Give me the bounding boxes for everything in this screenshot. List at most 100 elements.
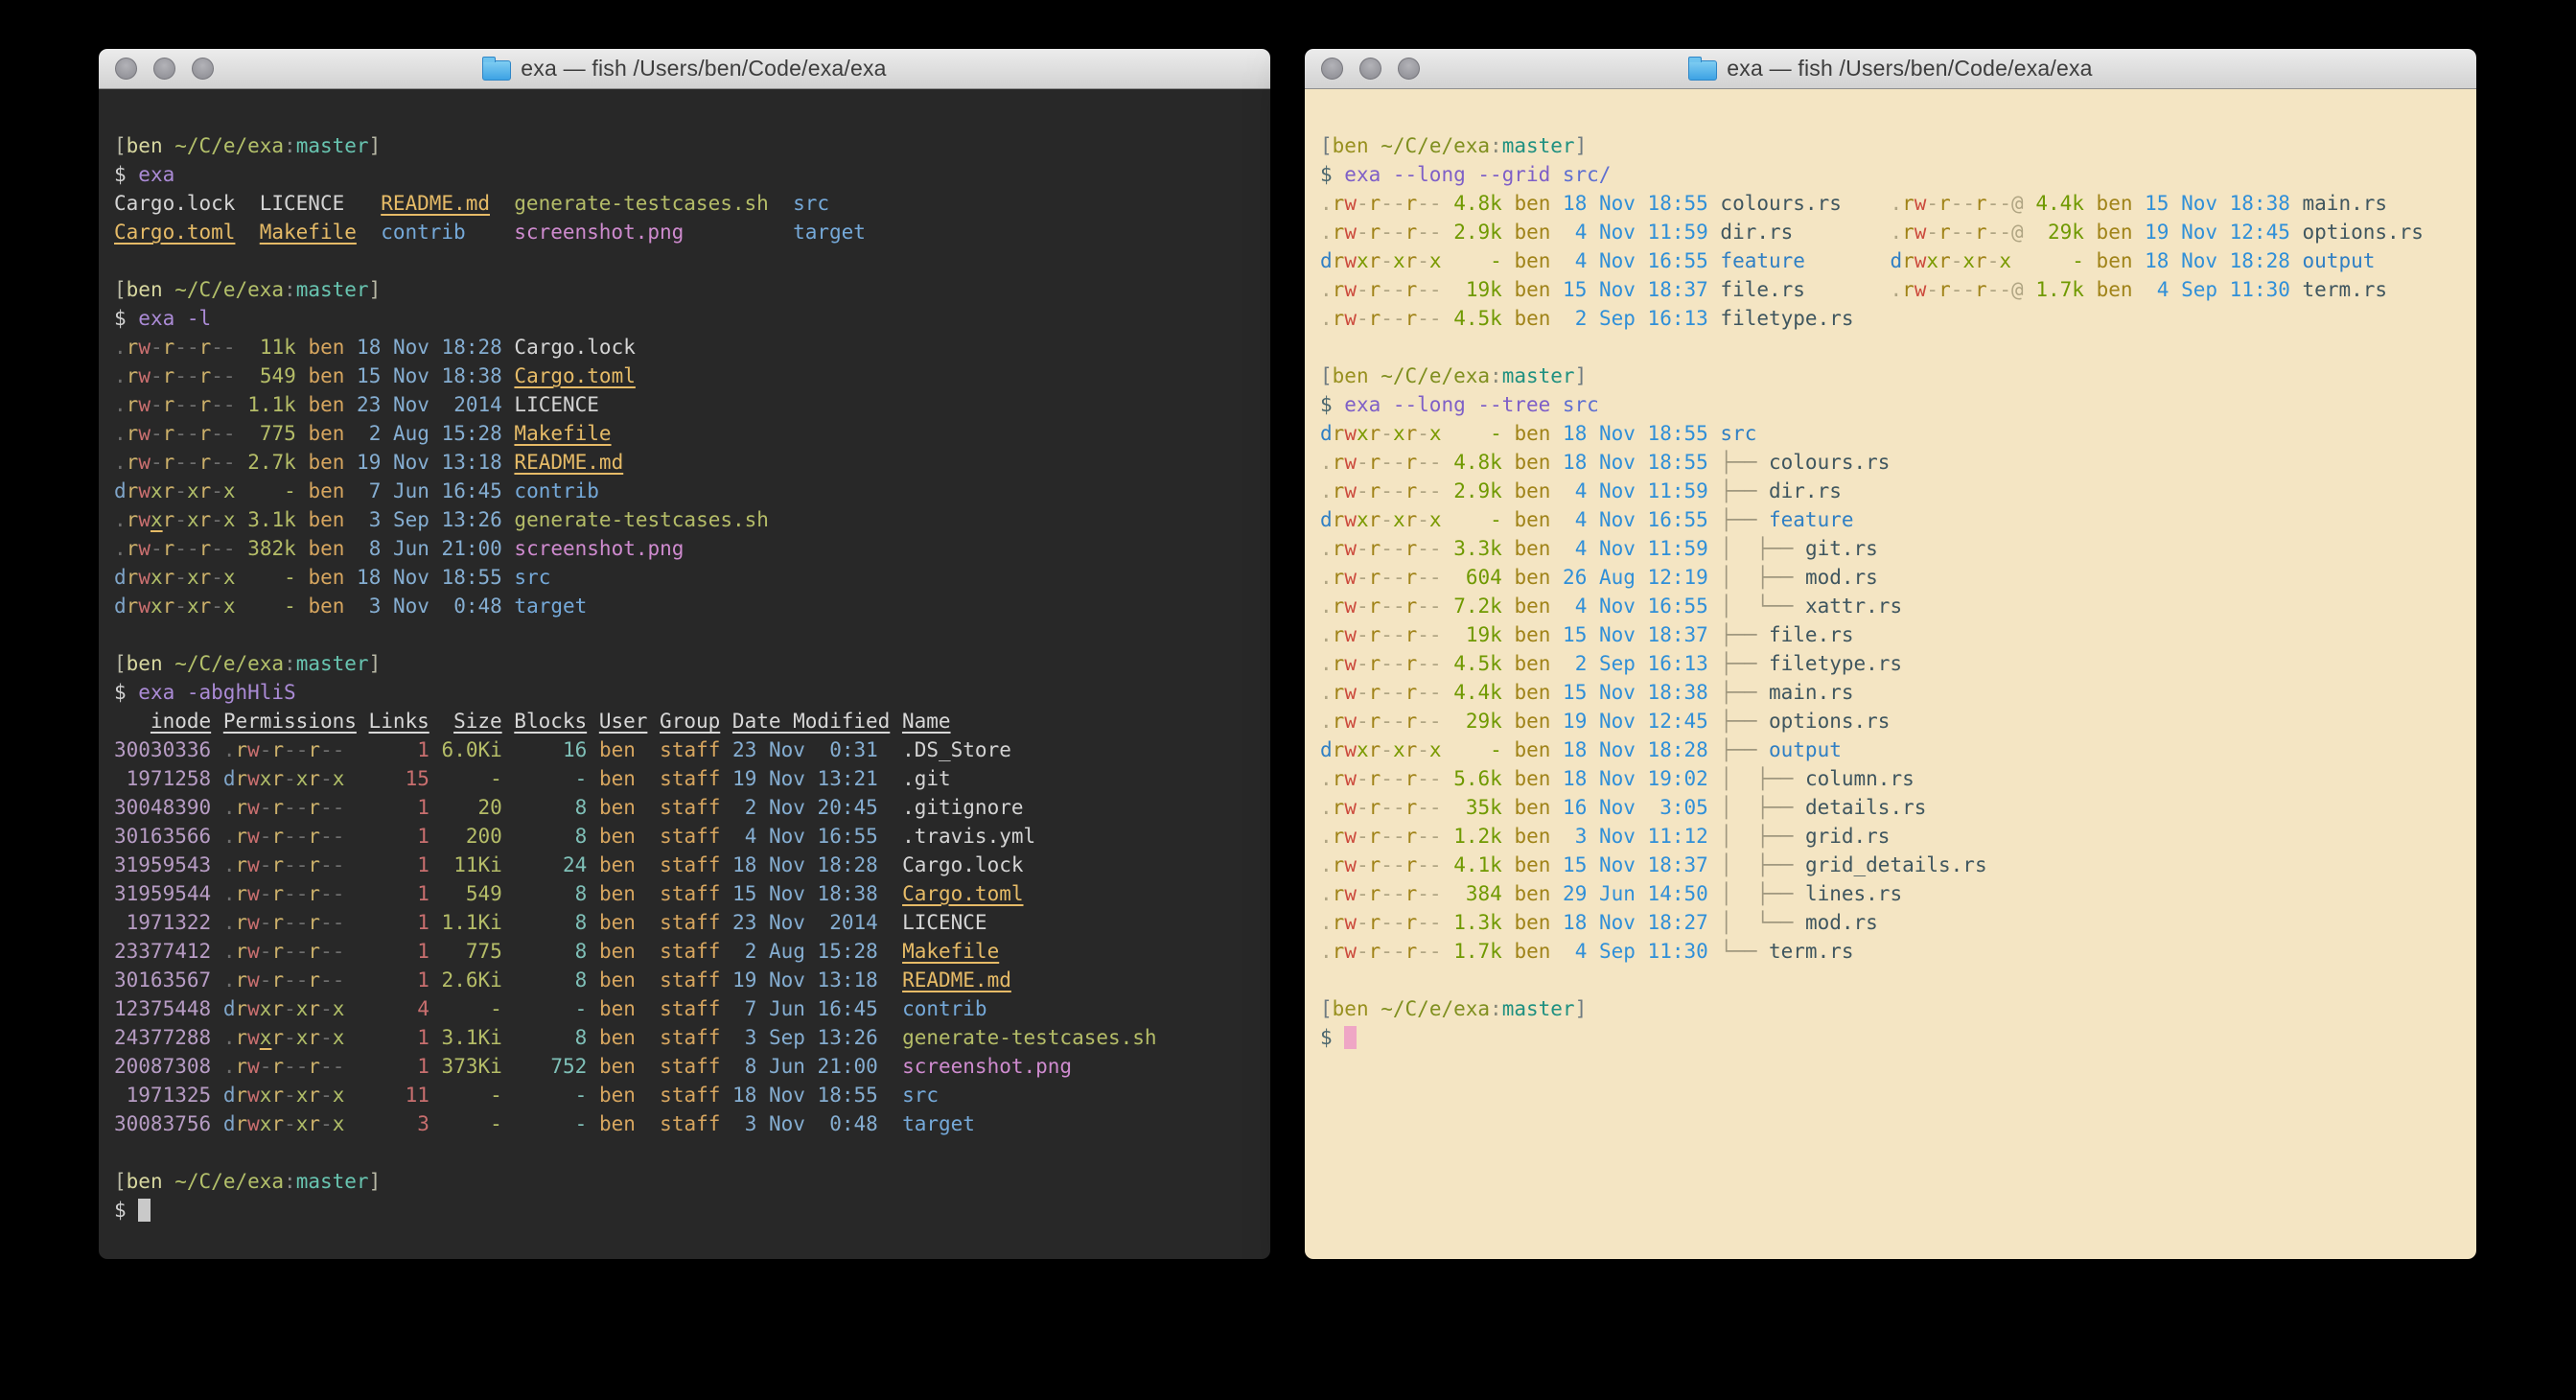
text-segment: ben <box>1514 652 1550 675</box>
close-button[interactable] <box>1321 58 1343 80</box>
text-segment: ben <box>599 911 648 934</box>
permission-char: r <box>271 1112 284 1135</box>
text-segment <box>1502 796 1515 819</box>
text-segment <box>1442 307 1454 330</box>
permission-char: x <box>1429 422 1442 445</box>
text-segment <box>1442 623 1454 646</box>
permission-char: . <box>114 393 127 416</box>
text-segment: 1971258 <box>114 767 211 790</box>
text-segment: 8 <box>514 796 587 819</box>
text-segment: screenshot.png <box>514 537 684 560</box>
permission-char: d <box>1320 422 1333 445</box>
permission-char: - <box>187 393 199 416</box>
text-segment: ] <box>369 134 382 157</box>
text-segment: lines.rs <box>1805 882 1902 905</box>
text-segment: 4 Nov 16:55 <box>1563 595 1708 618</box>
permission-char: r <box>271 940 284 963</box>
permission-char: . <box>1320 882 1333 905</box>
text-segment: 18 Nov 18:28 <box>2145 249 2290 272</box>
text-segment: git.rs <box>1805 537 1878 560</box>
text-segment: [ <box>1320 997 1333 1020</box>
terminal-line <box>114 620 1257 649</box>
permission-char: - <box>1417 882 1429 905</box>
close-button[interactable] <box>115 58 137 80</box>
permission-char: . <box>1320 278 1333 301</box>
text-segment <box>502 364 515 387</box>
terminal-line: .rw-r--r-- 775 ben 2 Aug 15:28 Makefile <box>114 419 1257 448</box>
text-segment <box>648 997 661 1020</box>
text-segment: Group <box>660 710 720 733</box>
permission-char: x <box>151 479 163 502</box>
permission-char: r <box>271 738 284 761</box>
text-segment <box>1550 767 1563 790</box>
permission-char: w <box>138 479 151 502</box>
permission-char: r <box>1405 566 1418 589</box>
permission-char: - <box>1429 825 1442 848</box>
text-segment <box>163 278 175 301</box>
text-segment <box>684 221 793 244</box>
permission-char: w <box>1344 911 1357 934</box>
text-segment: 3.1k <box>247 508 296 531</box>
zoom-button[interactable] <box>192 58 214 80</box>
minimize-button[interactable] <box>1359 58 1381 80</box>
terminal-output[interactable]: [ben ~/C/e/exa:master]$ exa --long --gri… <box>1305 89 2476 1259</box>
text-segment: staff <box>660 738 720 761</box>
text-segment: ben <box>2097 249 2133 272</box>
terminal-line: .rw-r--r-- 549 ben 15 Nov 18:38 Cargo.to… <box>114 362 1257 390</box>
zoom-button[interactable] <box>1398 58 1420 80</box>
permission-char: r <box>1975 278 1987 301</box>
text-segment: ├── <box>1720 710 1769 733</box>
text-segment <box>1708 767 1721 790</box>
permission-char: - <box>1393 940 1405 963</box>
text-segment <box>1502 940 1515 963</box>
text-segment <box>720 882 732 905</box>
text-segment: 2 Aug 15:28 <box>357 422 502 445</box>
text-segment: screenshot.png <box>902 1055 1072 1078</box>
folder-icon[interactable] <box>482 60 511 81</box>
text-segment: 3 Sep 13:26 <box>732 1026 878 1049</box>
permission-char: r <box>1975 192 1987 215</box>
permission-char: - <box>1393 911 1405 934</box>
terminal-output[interactable]: [ben ~/C/e/exa:master]$ exaCargo.lock LI… <box>99 89 1270 1259</box>
text-segment: ben <box>308 422 344 445</box>
title-bar[interactable]: exa — fish /Users/ben/Code/exa/exa <box>99 49 1270 89</box>
permission-char: r <box>199 508 212 531</box>
text-segment: details.rs <box>1805 796 1926 819</box>
permission-char: - <box>1429 566 1442 589</box>
folder-icon[interactable] <box>1688 60 1717 81</box>
permission-char: - <box>1429 882 1442 905</box>
text-segment: $ <box>114 681 138 704</box>
page-background: { "windows": [ { "title": "exa — fish /U… <box>0 0 2576 1400</box>
text-segment <box>502 738 515 761</box>
permission-char: x <box>1429 508 1442 531</box>
text-segment <box>1708 825 1721 848</box>
text-segment <box>429 1084 442 1107</box>
permission-char: - <box>223 422 236 445</box>
text-segment: staff <box>660 882 720 905</box>
permission-char: - <box>1417 940 1429 963</box>
text-segment <box>2132 192 2145 215</box>
text-segment: 31959543 <box>114 853 211 876</box>
minimize-button[interactable] <box>153 58 175 80</box>
text-segment <box>1805 278 1891 301</box>
permission-char: - <box>1357 479 1369 502</box>
text-segment: 29 Jun 14:50 <box>1563 882 1708 905</box>
text-segment <box>211 882 223 905</box>
permission-char: r <box>1333 249 1345 272</box>
text-segment <box>502 911 515 934</box>
permission-char: r <box>1938 192 1951 215</box>
text-segment: : <box>284 278 296 301</box>
text-segment <box>236 422 248 445</box>
permission-char: - <box>1393 479 1405 502</box>
text-segment: 30048390 <box>114 796 211 819</box>
permission-char: . <box>1320 595 1333 618</box>
text-segment: ben <box>1514 537 1550 560</box>
text-segment <box>211 1112 223 1135</box>
permission-char: - <box>1381 479 1393 502</box>
text-segment: Makefile <box>260 221 357 244</box>
text-segment <box>502 393 515 416</box>
text-segment: Makefile <box>902 940 999 963</box>
permission-char: w <box>1344 940 1357 963</box>
text-segment: 3 Nov 0:48 <box>732 1112 878 1135</box>
title-bar[interactable]: exa — fish /Users/ben/Code/exa/exa <box>1305 49 2476 89</box>
